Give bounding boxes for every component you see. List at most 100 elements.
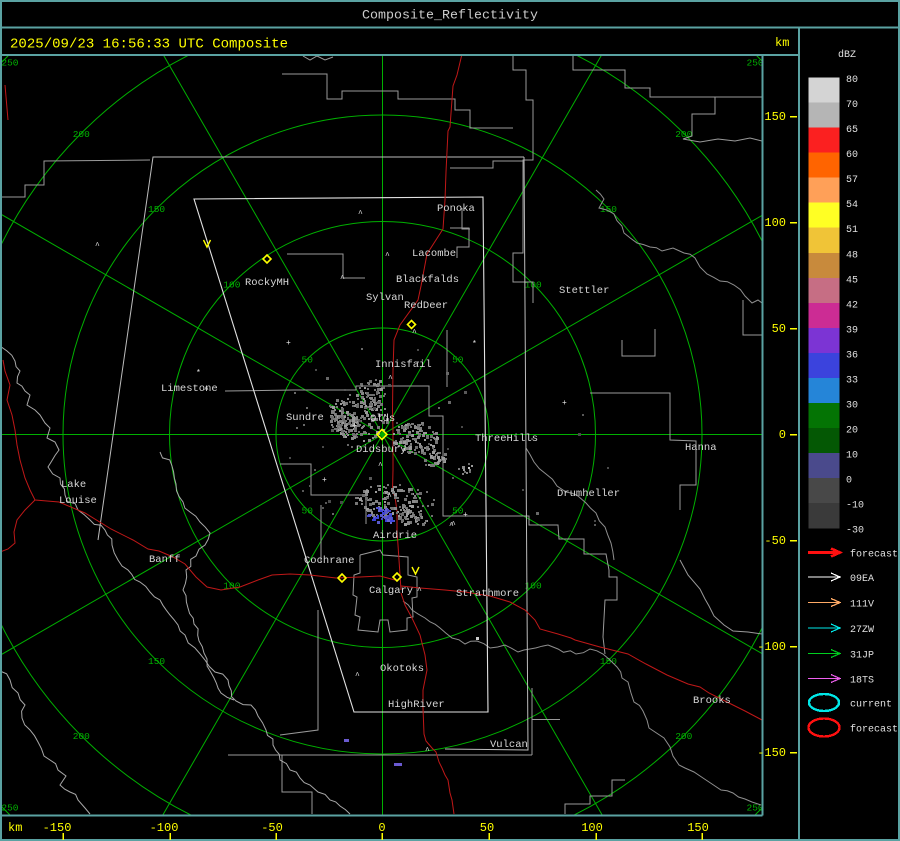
svg-text:200: 200 (73, 731, 90, 742)
svg-text:36: 36 (846, 350, 858, 361)
svg-text:Calgary: Calgary (369, 585, 413, 597)
svg-text:Stettler: Stettler (559, 285, 609, 297)
svg-text:10: 10 (846, 451, 858, 462)
svg-text:km: km (8, 821, 22, 835)
svg-text:HighRiver: HighRiver (388, 699, 445, 711)
svg-text:-50: -50 (764, 534, 786, 548)
svg-text:2025/09/23 16:56:33 UTC Compos: 2025/09/23 16:56:33 UTC Composite (10, 37, 288, 53)
svg-text:+: + (352, 422, 357, 431)
svg-text:+: + (463, 511, 468, 520)
svg-text:^: ^ (412, 329, 417, 338)
svg-text:54: 54 (846, 200, 858, 211)
svg-text:^: ^ (385, 252, 390, 261)
svg-text:250: 250 (1, 803, 18, 814)
svg-text:+: + (562, 399, 567, 408)
svg-text:33: 33 (846, 376, 858, 387)
svg-text:30: 30 (846, 401, 858, 412)
svg-text:^: ^ (340, 275, 345, 284)
svg-text:km: km (775, 36, 789, 50)
svg-text:18TS: 18TS (850, 676, 874, 687)
svg-text:Lacombe: Lacombe (412, 248, 456, 260)
svg-text:50: 50 (302, 355, 314, 366)
svg-text:70: 70 (846, 100, 858, 111)
svg-text:*: * (196, 369, 201, 378)
svg-text:-30: -30 (846, 526, 864, 537)
svg-text:200: 200 (73, 129, 90, 140)
svg-text:^: ^ (451, 521, 456, 530)
svg-text:150: 150 (148, 204, 165, 215)
svg-text:80: 80 (846, 75, 858, 86)
svg-text:200: 200 (675, 731, 692, 742)
svg-text:250: 250 (747, 803, 764, 814)
svg-text:60: 60 (846, 150, 858, 161)
svg-text:150: 150 (600, 204, 617, 215)
svg-text:Hanna: Hanna (685, 442, 717, 454)
svg-text:150: 150 (764, 110, 786, 124)
svg-text:51: 51 (846, 225, 858, 236)
svg-text:-100: -100 (757, 640, 786, 654)
svg-text:^: ^ (417, 587, 422, 596)
svg-text:57: 57 (846, 175, 858, 186)
svg-text:Strathmore: Strathmore (456, 588, 519, 600)
svg-text:Brooks: Brooks (693, 695, 731, 707)
svg-text:20: 20 (846, 426, 858, 437)
svg-text:150: 150 (148, 656, 165, 667)
svg-text:50: 50 (452, 355, 464, 366)
svg-text:forecast: forecast (850, 549, 898, 561)
svg-text:42: 42 (846, 300, 858, 311)
svg-text:Airdrie: Airdrie (373, 530, 417, 542)
svg-text:Limestone: Limestone (161, 383, 218, 395)
svg-text:Cochrane: Cochrane (304, 555, 354, 567)
svg-text:Lake: Lake (61, 479, 86, 491)
svg-text:Olds: Olds (370, 413, 395, 425)
svg-text:Drumheller: Drumheller (557, 488, 620, 500)
svg-text:Composite_Reflectivity: Composite_Reflectivity (362, 8, 538, 23)
svg-text:Banff: Banff (149, 554, 181, 566)
svg-text:250: 250 (747, 58, 764, 69)
svg-text:45: 45 (846, 275, 858, 286)
svg-text:0: 0 (846, 476, 852, 487)
svg-text:-100: -100 (150, 821, 179, 835)
svg-text:-50: -50 (261, 821, 283, 835)
svg-text:150: 150 (687, 821, 709, 835)
svg-text:111V: 111V (850, 600, 874, 611)
svg-text:RockyMH: RockyMH (245, 277, 289, 289)
svg-text:100: 100 (764, 216, 786, 230)
svg-text:Ponoka: Ponoka (437, 203, 475, 215)
svg-text:65: 65 (846, 125, 858, 136)
svg-text:^: ^ (387, 493, 392, 502)
svg-text:100: 100 (581, 821, 603, 835)
svg-text:0: 0 (378, 821, 385, 835)
svg-text:100: 100 (223, 581, 240, 592)
svg-text:09EA: 09EA (850, 574, 874, 585)
svg-text:Sylvan: Sylvan (366, 292, 404, 304)
svg-text:^: ^ (378, 462, 383, 471)
svg-text:^: ^ (425, 747, 430, 756)
svg-text:forecast: forecast (850, 724, 898, 736)
svg-text:-150: -150 (757, 746, 786, 760)
svg-text:Innisfail: Innisfail (375, 359, 432, 371)
svg-text:^: ^ (388, 375, 393, 384)
svg-text:ThreeHills: ThreeHills (475, 433, 538, 445)
svg-text:50: 50 (480, 821, 494, 835)
svg-text:-150: -150 (43, 821, 72, 835)
svg-text:+: + (322, 476, 327, 485)
svg-text:RedDeer: RedDeer (404, 300, 448, 312)
svg-text:Didsbury: Didsbury (356, 444, 406, 456)
svg-text:27ZW: 27ZW (850, 625, 874, 636)
svg-text:Okotoks: Okotoks (380, 663, 424, 675)
svg-text:250: 250 (1, 58, 18, 69)
svg-text:48: 48 (846, 250, 858, 261)
svg-text:31JP: 31JP (850, 651, 874, 662)
svg-text:current: current (850, 700, 892, 711)
svg-text:-10: -10 (846, 501, 864, 512)
svg-text:+: + (286, 339, 291, 348)
svg-text:50: 50 (302, 505, 314, 516)
svg-text:*: * (472, 340, 477, 349)
svg-text:100: 100 (223, 279, 240, 290)
svg-text:0: 0 (779, 428, 786, 442)
svg-text:Vulcan: Vulcan (490, 739, 528, 751)
svg-text:^: ^ (95, 242, 100, 251)
svg-text:39: 39 (846, 325, 858, 336)
svg-text:^: ^ (358, 210, 363, 219)
